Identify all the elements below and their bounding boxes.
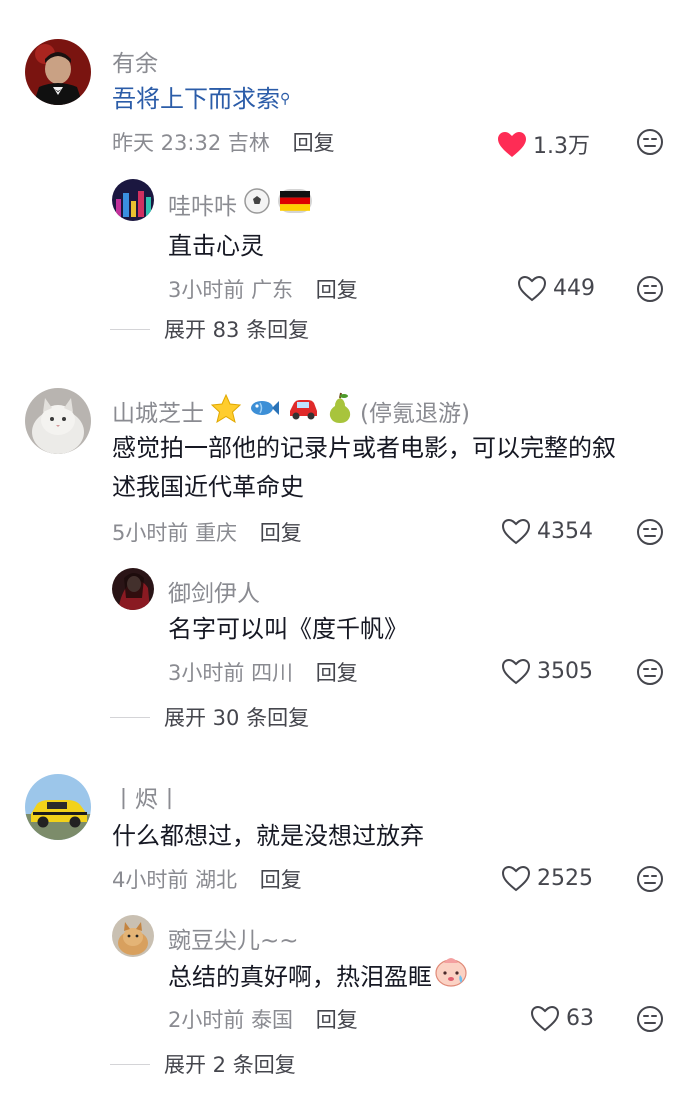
reply-meta: 3小时前 广东 回复 <box>168 274 358 304</box>
reply-avatar[interactable] <box>112 568 154 610</box>
reply-time: 2小时前 <box>168 1008 245 1032</box>
comment-time: 4小时前 <box>112 868 189 892</box>
reply-username[interactable]: 御剑伊人 <box>168 574 260 608</box>
comment-text: 吾将上下而求索⚲ <box>112 79 290 119</box>
pear-icon <box>326 392 354 430</box>
reply-button[interactable]: 回复 <box>316 661 358 685</box>
divider <box>110 1063 150 1065</box>
reply-username[interactable]: 豌豆尖儿~~ <box>168 921 299 955</box>
search-icon[interactable]: ⚲ <box>280 91 290 107</box>
reply-button[interactable]: 回复 <box>260 521 302 545</box>
like-count: 3505 <box>537 659 593 684</box>
username-row: 山城芝士 (停氪退游) <box>112 392 470 430</box>
dislike-face-icon <box>637 659 663 685</box>
like-count: 2525 <box>537 866 593 891</box>
username[interactable]: 丨烬丨 <box>112 780 181 814</box>
reply-text: 总结的真好啊，热泪盈眶 <box>168 963 432 991</box>
reply-text: 直击心灵 <box>168 232 264 260</box>
like-button[interactable]: 63 <box>530 1005 594 1032</box>
dislike-face-icon <box>637 866 663 892</box>
expand-replies-button[interactable]: 展开 30 条回复 <box>110 702 309 732</box>
heart-outline-icon <box>517 275 547 302</box>
like-button[interactable]: 4354 <box>501 518 593 545</box>
username[interactable]: 山城芝士 <box>112 394 204 428</box>
reply-button[interactable]: 回复 <box>316 278 358 302</box>
like-button[interactable]: 3505 <box>501 658 593 685</box>
reply-avatar[interactable] <box>112 179 154 221</box>
comment-text-line2: 述我国近代革命史 <box>112 473 304 501</box>
expand-replies-label: 展开 30 条回复 <box>164 706 310 730</box>
reply-time: 3小时前 <box>168 661 245 685</box>
reply-avatar[interactable] <box>112 915 154 957</box>
reply-text: 名字可以叫《度千帆》 <box>168 615 408 643</box>
reply-location: 泰国 <box>251 1008 294 1032</box>
username[interactable]: 有余 <box>112 44 158 78</box>
reply-time: 3小时前 <box>168 278 245 302</box>
reply-username[interactable]: 哇咔咔 <box>168 187 237 221</box>
reply-button[interactable]: 回复 <box>293 131 335 155</box>
expand-replies-button[interactable]: 展开 2 条回复 <box>110 1049 296 1079</box>
dislike-button[interactable] <box>636 518 664 546</box>
crying-face-emoji-icon <box>434 955 468 999</box>
comment-location: 吉林 <box>227 131 270 155</box>
dislike-button[interactable] <box>636 658 664 686</box>
like-button[interactable]: 2525 <box>501 865 593 892</box>
avatar[interactable] <box>25 39 91 105</box>
germany-flag-icon <box>277 188 313 220</box>
comment-text-line1: 感觉拍一部他的记录片或者电影，可以完整的叙 <box>112 434 616 462</box>
car-icon <box>286 395 320 427</box>
comment-meta: 昨天 23:32 吉林 回复 <box>112 127 335 157</box>
reply-button[interactable]: 回复 <box>260 868 302 892</box>
fish-icon <box>248 395 280 427</box>
like-count: 449 <box>553 276 595 301</box>
expand-replies-label: 展开 83 条回复 <box>164 318 310 342</box>
heart-outline-icon <box>501 865 531 892</box>
reply-location: 四川 <box>251 661 294 685</box>
dislike-button[interactable] <box>636 1005 664 1033</box>
dislike-button[interactable] <box>636 275 664 303</box>
avatar[interactable] <box>25 774 91 840</box>
dislike-face-icon <box>637 129 663 155</box>
dislike-face-icon <box>637 276 663 302</box>
expand-replies-label: 展开 2 条回复 <box>164 1053 296 1077</box>
heart-outline-icon <box>501 658 531 685</box>
comment-location: 重庆 <box>195 521 238 545</box>
dislike-button[interactable] <box>636 865 664 893</box>
avatar[interactable] <box>25 388 91 454</box>
expand-replies-button[interactable]: 展开 83 条回复 <box>110 314 309 344</box>
comment-meta: 5小时前 重庆 回复 <box>112 517 302 547</box>
star-icon <box>210 393 242 429</box>
comment-location: 湖北 <box>195 868 238 892</box>
dislike-face-icon <box>637 1006 663 1032</box>
heart-outline-icon <box>501 518 531 545</box>
like-count: 4354 <box>537 519 593 544</box>
like-count: 1.3万 <box>533 134 590 159</box>
dislike-face-icon <box>637 519 663 545</box>
divider <box>110 716 150 718</box>
username-suffix: (停氪退游) <box>360 401 470 427</box>
divider <box>110 328 150 330</box>
reply-meta: 2小时前 泰国 回复 <box>168 1004 358 1034</box>
reply-text-row: 总结的真好啊，热泪盈眶 <box>168 955 468 999</box>
like-count: 63 <box>566 1006 594 1031</box>
like-button[interactable]: 1.3万 <box>497 128 590 160</box>
comment-text-content: 吾将上下而求索 <box>112 85 280 113</box>
comment-time: 5小时前 <box>112 521 189 545</box>
heart-outline-icon <box>530 1005 560 1032</box>
comment-meta: 4小时前 湖北 回复 <box>112 864 302 894</box>
soccer-ball-badge-icon <box>243 187 271 221</box>
reply-username-row: 哇咔咔 <box>168 187 313 221</box>
heart-filled-icon <box>498 131 526 157</box>
reply-button[interactable]: 回复 <box>316 1008 358 1032</box>
comment-time: 昨天 23:32 <box>112 131 222 155</box>
reply-meta: 3小时前 四川 回复 <box>168 657 358 687</box>
dislike-button[interactable] <box>636 128 664 156</box>
like-button[interactable]: 449 <box>517 275 595 302</box>
comment-text: 什么都想过，就是没想过放弃 <box>112 822 424 850</box>
reply-location: 广东 <box>251 278 294 302</box>
